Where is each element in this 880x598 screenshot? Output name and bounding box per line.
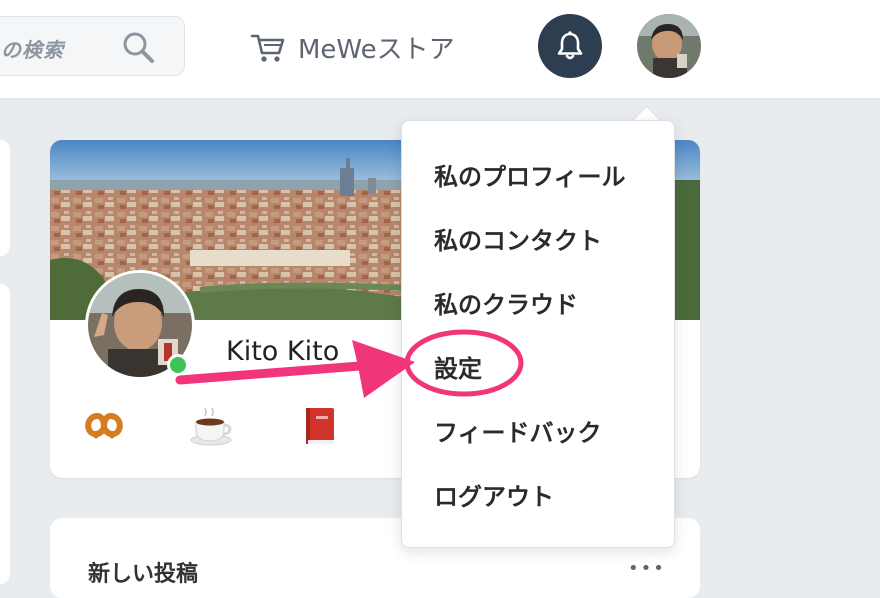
search-box[interactable]: の検索 — [0, 16, 185, 76]
notifications-button[interactable] — [538, 14, 602, 78]
menu-item-settings[interactable]: 設定 — [434, 349, 482, 384]
left-panel — [0, 284, 10, 584]
top-bar: の検索 MeWeストア — [0, 0, 880, 99]
coffee-icon[interactable] — [190, 404, 234, 448]
left-panel — [0, 140, 10, 256]
menu-item-feedback[interactable]: フィードバック — [434, 413, 602, 448]
user-avatar-button[interactable] — [637, 14, 701, 78]
menu-item-my-cloud[interactable]: 私のクラウド — [434, 285, 578, 320]
store-link[interactable]: MeWeストア — [250, 27, 455, 67]
cart-icon — [250, 34, 285, 62]
menu-item-my-contacts[interactable]: 私のコンタクト — [434, 221, 602, 256]
book-icon[interactable] — [298, 404, 342, 448]
avatar-photo — [637, 14, 701, 78]
new-posts-title: 新しい投稿 — [88, 562, 199, 587]
profile-name[interactable]: Kito Kito — [226, 336, 339, 367]
store-label: MeWeストア — [298, 34, 455, 65]
pretzel-icon[interactable] — [82, 404, 126, 448]
menu-item-my-profile[interactable]: 私のプロフィール — [434, 157, 626, 192]
more-options-button[interactable]: ••• — [628, 558, 666, 579]
search-icon[interactable] — [121, 30, 155, 64]
search-input[interactable]: の検索 — [1, 34, 64, 63]
online-status-indicator — [167, 354, 189, 376]
user-dropdown-menu: 私のプロフィール 私のコンタクト 私のクラウド 設定 フィードバック ログアウト — [401, 120, 675, 548]
menu-item-logout[interactable]: ログアウト — [434, 477, 554, 512]
bell-icon — [557, 31, 583, 60]
